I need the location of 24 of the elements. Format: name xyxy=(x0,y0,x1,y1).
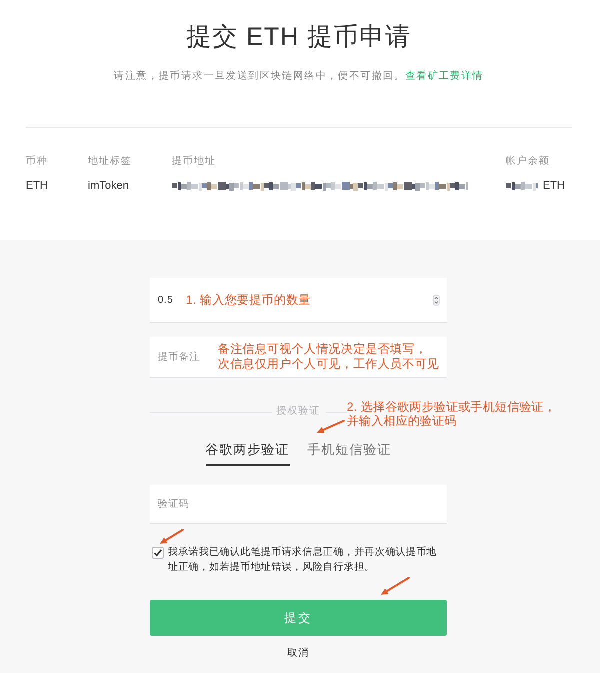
notice-text: 请注意，提币请求一旦发送到区块链网络中，便不可撤回。查看矿工费详情 xyxy=(113,70,485,84)
spinner-icon[interactable] xyxy=(433,294,440,306)
checkbox[interactable] xyxy=(152,547,164,559)
agreement-text: 我承诺我已确认此笔提币请求信息正确，并再次确认提币地址正确，如若提币地址错误，风险自行承担。 xyxy=(168,546,438,575)
redacted-amount-drawing xyxy=(506,180,538,192)
tab[interactable]: 手机短信验证 xyxy=(308,441,392,466)
page-title: 提交 ETH 提币申请 xyxy=(186,22,412,52)
table-cell: imToken xyxy=(88,179,129,193)
column-header: 提币地址 xyxy=(172,155,216,169)
amount-input[interactable]: 0.5 xyxy=(158,278,186,322)
annotation-text: 备注信息可视个人情况决定是否填写，次信息仅用户个人可见，工作人员不可见 xyxy=(218,342,440,372)
tab[interactable]: 谷歌两步验证 xyxy=(206,441,290,466)
cancel-button[interactable]: 取消 xyxy=(288,647,310,661)
table-cell: ETH xyxy=(543,179,565,193)
annotation-arrow xyxy=(314,418,347,436)
memo-input[interactable]: 提币备注 xyxy=(158,337,218,377)
column-header: 地址标签 xyxy=(88,155,132,169)
table-cell: ETH xyxy=(26,179,48,193)
column-header: 币种 xyxy=(26,155,48,169)
annotation-arrow xyxy=(157,527,186,547)
annotation-text: 1. 输入您要提币的数量 xyxy=(186,292,312,308)
section-label: 授权验证 xyxy=(276,405,320,419)
annotation-arrow xyxy=(378,575,412,598)
column-header: 帐户余额 xyxy=(506,155,550,169)
